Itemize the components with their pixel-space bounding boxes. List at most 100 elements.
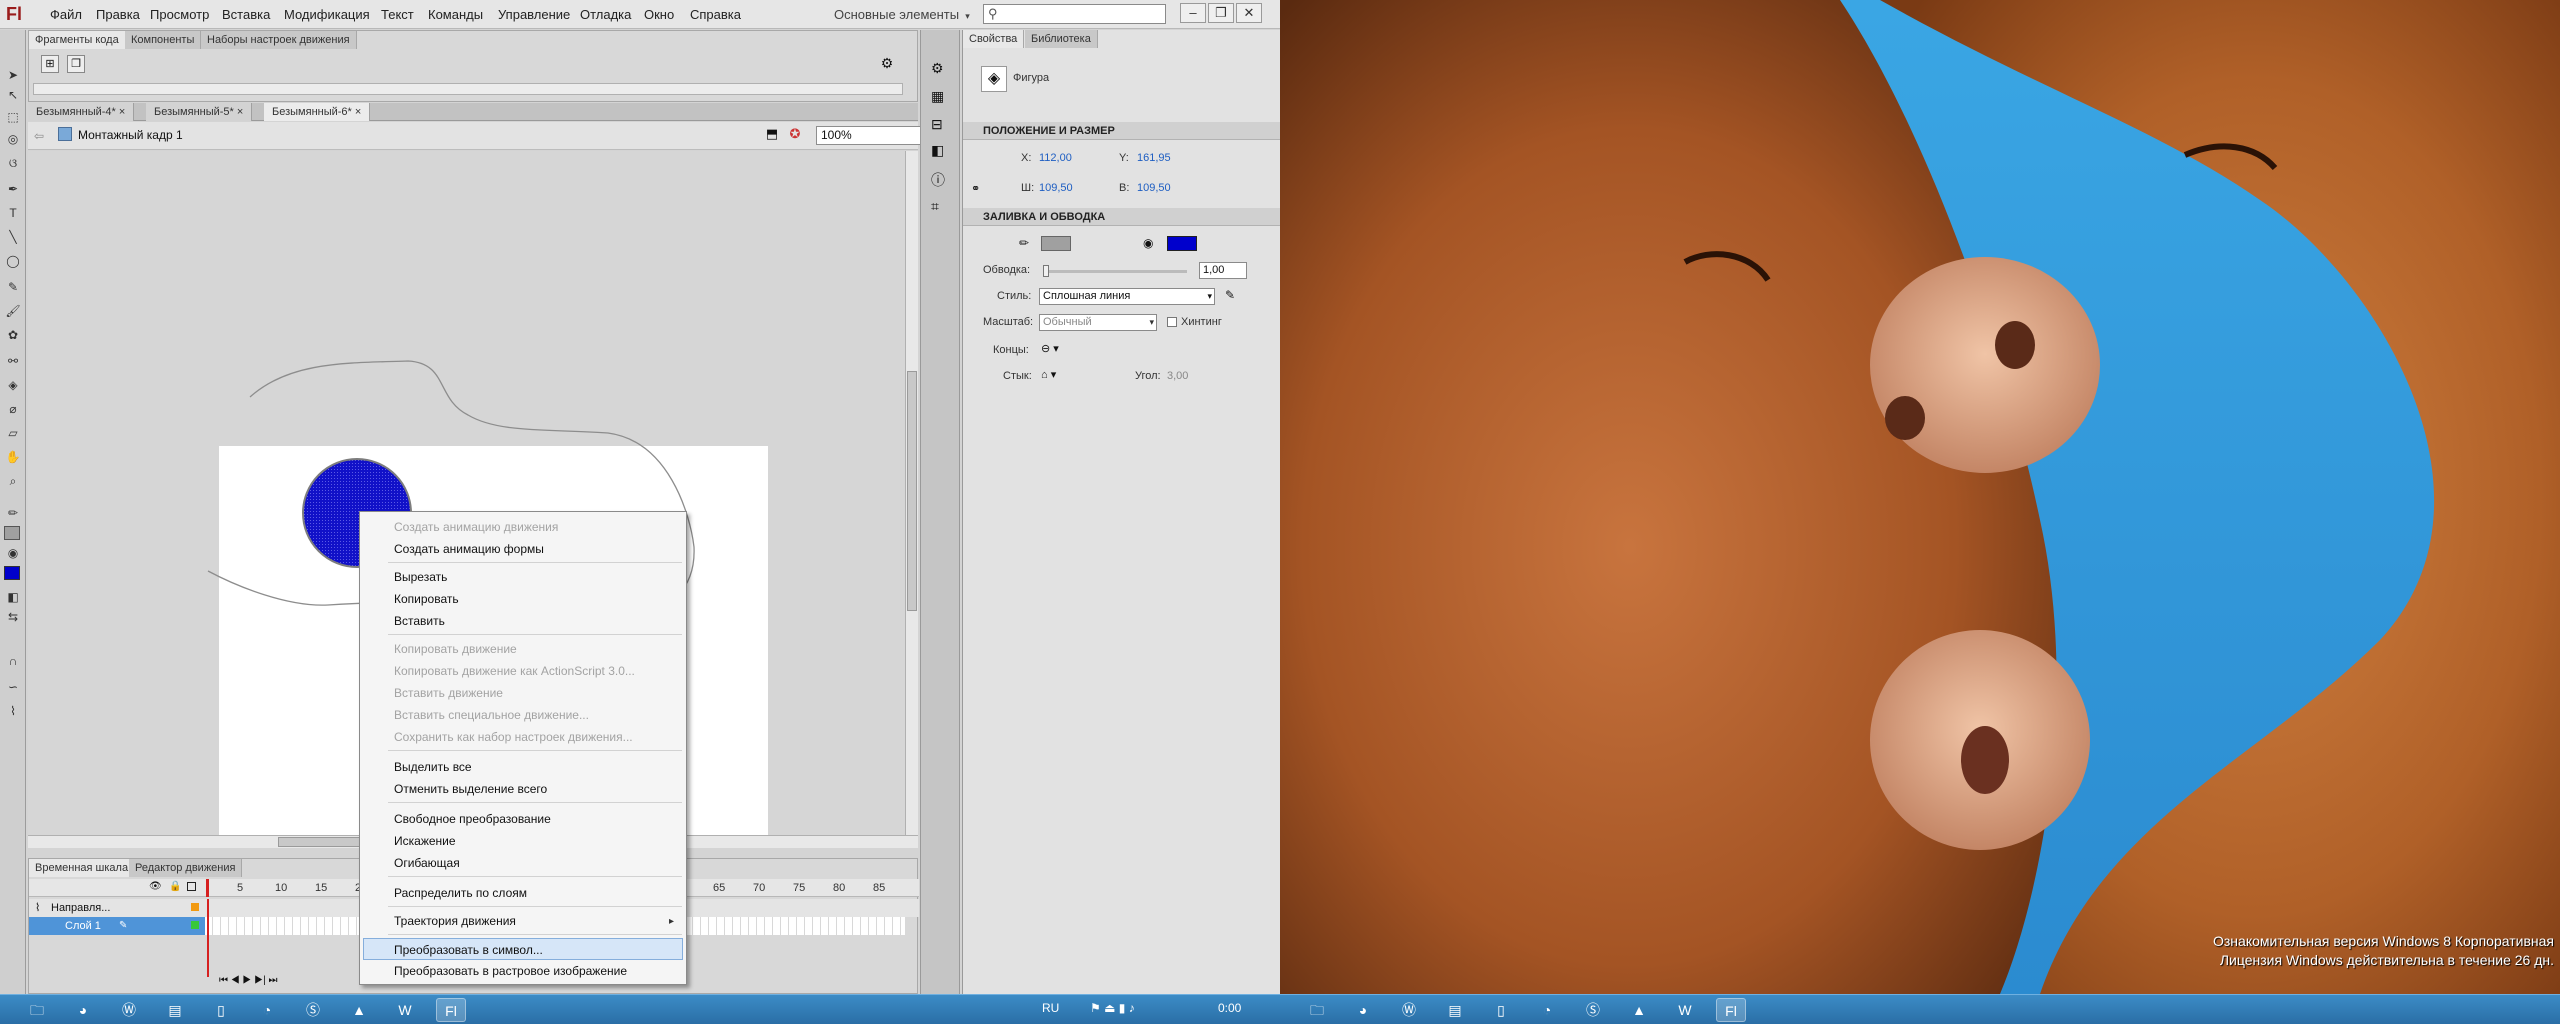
tab-properties[interactable]: Свойства (963, 30, 1025, 48)
subselection-tool-icon[interactable]: ↖ (4, 86, 22, 104)
wordpress-icon[interactable]: Ⓦ (114, 998, 144, 1022)
gear-icon[interactable]: ⚙ (877, 53, 897, 73)
menu-file[interactable]: Файл (50, 7, 82, 22)
tab-code-snippets[interactable]: Фрагменты кода (29, 31, 126, 49)
menu-item-convert-to-symbol[interactable]: Преобразовать в символ... (363, 938, 683, 960)
menu-item-envelope[interactable]: Огибающая (360, 852, 686, 874)
tab-document-4[interactable]: Безымянный-4* × (28, 103, 135, 121)
explorer-icon[interactable]: 🗀 (22, 998, 52, 1022)
section-fill-stroke[interactable]: ЗАЛИВКА И ОБВОДКА (963, 208, 1280, 226)
pen-tool-icon[interactable]: ✒ (4, 180, 22, 198)
explorer-icon[interactable]: 🗀 (1302, 998, 1332, 1022)
motion-presets-icon[interactable]: ⚙ (931, 60, 944, 77)
copy-snippet-icon[interactable]: ❐ (67, 55, 85, 73)
close-icon[interactable]: × (237, 106, 243, 118)
language-indicator[interactable]: RU (1042, 1001, 1059, 1015)
scroll-thumb[interactable] (907, 371, 917, 611)
zoom-tool-icon[interactable]: ⌕ (4, 472, 22, 490)
x-value[interactable]: 112,00 (1039, 152, 1072, 164)
menu-view[interactable]: Просмотр (150, 7, 209, 22)
close-button[interactable]: ✕ (1236, 3, 1262, 23)
section-position-size[interactable]: ПОЛОЖЕНИЕ И РАЗМЕР (963, 122, 1280, 140)
hand-tool-icon[interactable]: ✋ (4, 448, 22, 466)
stroke-color-swatch[interactable] (1041, 236, 1071, 251)
play-icon[interactable]: ▶ (242, 975, 251, 986)
bone-tool-icon[interactable]: ⚯ (4, 352, 22, 370)
edit-stroke-style-icon[interactable]: ✎ (1225, 288, 1235, 302)
swap-colors-icon[interactable]: ⇆ (4, 608, 22, 626)
height-value[interactable]: 109,50 (1137, 182, 1171, 194)
menu-item-select-all[interactable]: Выделить все (360, 756, 686, 778)
snippets-scrollbar[interactable] (33, 83, 903, 95)
tab-library[interactable]: Библиотека (1025, 30, 1098, 48)
menu-help[interactable]: Справка (690, 7, 741, 22)
menu-item-create-shape-tween[interactable]: Создать анимацию формы (360, 538, 686, 560)
menu-item-deselect-all[interactable]: Отменить выделение всего (360, 778, 686, 800)
flash-icon[interactable]: Fl (436, 998, 466, 1022)
style-select[interactable]: Сплошная линия ▾ (1039, 288, 1215, 305)
eyedropper-icon[interactable]: ⌀ (4, 400, 22, 418)
skype-icon[interactable]: Ⓢ (1578, 998, 1608, 1022)
close-icon[interactable]: × (119, 106, 125, 118)
edit-scene-icon[interactable]: ⬒ (763, 126, 781, 144)
flash-icon[interactable]: Fl (1716, 998, 1746, 1022)
menu-insert[interactable]: Вставка (222, 7, 270, 22)
wordpress-icon[interactable]: Ⓦ (1394, 998, 1424, 1022)
prev-frame-icon[interactable]: ◀ (231, 975, 240, 986)
3d-rotation-tool-icon[interactable]: ◎ (4, 130, 22, 148)
caps-select[interactable]: ⊖ ▾ (1041, 342, 1059, 355)
tab-motion-presets[interactable]: Наборы настроек движения (201, 31, 357, 49)
fill-color-icon[interactable]: ◉ (4, 544, 22, 562)
close-icon[interactable]: × (355, 106, 361, 118)
angle-value[interactable]: 3,00 (1167, 370, 1188, 382)
brush-tool-icon[interactable]: 🖌 (4, 302, 22, 320)
chrome2-icon[interactable]: ◔ (252, 998, 282, 1022)
y-value[interactable]: 161,95 (1137, 152, 1171, 164)
menu-edit[interactable]: Правка (96, 7, 140, 22)
tab-timeline[interactable]: Временная шкала (29, 859, 136, 877)
file-icon[interactable]: ▯ (1486, 998, 1516, 1022)
text-tool-icon[interactable]: T (4, 204, 22, 222)
word-icon[interactable]: W (1670, 998, 1700, 1022)
clock[interactable]: 0:00 (1218, 1001, 1241, 1015)
default-colors-icon[interactable]: ◧ (4, 588, 22, 606)
word-icon[interactable]: W (390, 998, 420, 1022)
file-icon[interactable]: ▯ (206, 998, 236, 1022)
menu-item-cut[interactable]: Вырезать (360, 566, 686, 588)
paint-bucket-icon[interactable]: ◈ (4, 376, 22, 394)
chrome-icon[interactable]: ◕ (1348, 998, 1378, 1022)
notepad-icon[interactable]: ▤ (1440, 998, 1470, 1022)
menu-text[interactable]: Текст (381, 7, 414, 22)
tab-document-5[interactable]: Безымянный-5* × (146, 103, 253, 121)
acrobat-icon[interactable]: ▲ (1624, 998, 1654, 1022)
info-icon[interactable]: ⓘ (931, 170, 945, 190)
workspace-switcher[interactable]: Основные элементы ▾ (834, 7, 970, 22)
stroke-width-input[interactable]: 1,00 (1199, 262, 1247, 279)
stroke-color-icon[interactable]: ✏ (4, 504, 22, 522)
tab-components[interactable]: Компоненты (125, 31, 202, 49)
menu-item-convert-to-bitmap[interactable]: Преобразовать в растровое изображение (360, 960, 686, 982)
chrome-icon[interactable]: ◕ (68, 998, 98, 1022)
chrome2-icon[interactable]: ◔ (1532, 998, 1562, 1022)
first-frame-icon[interactable]: ⏮ (219, 975, 228, 986)
menu-item-distribute-to-layers[interactable]: Распределить по слоям (360, 882, 686, 904)
next-frame-icon[interactable]: ▶| (254, 975, 266, 986)
pencil-tool-icon[interactable]: ✎ (4, 278, 22, 296)
notepad-icon[interactable]: ▤ (160, 998, 190, 1022)
back-arrow-icon[interactable]: ⇦ (34, 129, 44, 143)
playback-controls[interactable]: ⏮ ◀ ▶ ▶| ⏭ (219, 975, 278, 986)
straighten-icon[interactable]: ⌇ (4, 702, 22, 720)
link-icon[interactable]: ⚭ (971, 182, 980, 195)
free-transform-tool-icon[interactable]: ⬚ (4, 108, 22, 126)
stroke-slider-thumb[interactable] (1043, 265, 1049, 277)
edit-symbols-icon[interactable]: ✪ (786, 126, 804, 144)
line-tool-icon[interactable]: ╲ (4, 228, 22, 246)
menu-modify[interactable]: Модификация (284, 7, 370, 22)
menu-item-copy[interactable]: Копировать (360, 588, 686, 610)
scale-select[interactable]: Обычный ▾ (1039, 314, 1157, 331)
hinting-checkbox[interactable] (1167, 317, 1177, 327)
lock-icon[interactable]: 🔒 (169, 881, 181, 892)
swatches-icon[interactable]: ◧ (931, 142, 944, 159)
oval-tool-icon[interactable]: ◯ (4, 252, 22, 270)
stage-vertical-scrollbar[interactable] (905, 151, 918, 835)
